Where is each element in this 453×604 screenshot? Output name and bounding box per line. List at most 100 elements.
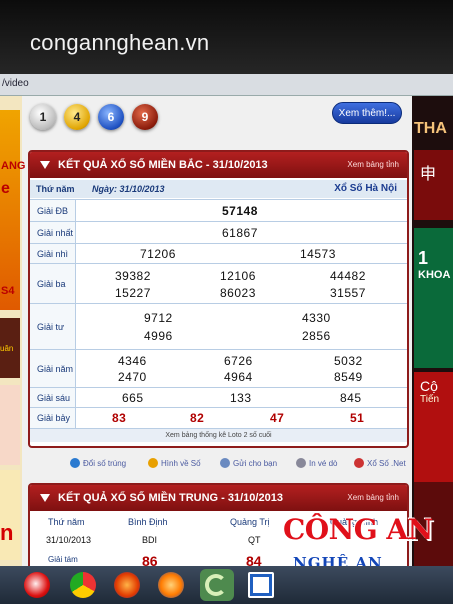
lottery-ball: 1 [30,104,56,130]
prize-label: Giải sáu [30,388,76,407]
central-view-by-province-link[interactable]: Xem bảng tỉnh [347,485,399,511]
prize-label: Giải ba [30,264,76,303]
draw-date: Ngày: 31/10/2013 [92,184,165,194]
prize-number: 133 [230,391,252,405]
right-ad-title[interactable]: THA [414,120,453,150]
prize-number: 845 [340,391,362,405]
province-header[interactable]: Quảng Trị [230,517,270,527]
prize-number: 14573 [300,247,336,261]
prize-row: Giải nhì 71206 14573 [30,243,407,263]
left-ad-text-4: uân [0,344,14,353]
weekday-header: Thứ năm [48,517,85,527]
taskbar [0,566,453,604]
prize-label: Giải bảy [30,408,76,428]
xoso-net-link[interactable]: Xổ Số .Net [354,458,406,468]
prize-label: Giải tám [48,555,78,564]
prize-number: 12106 [220,269,256,283]
chrome-icon[interactable] [70,572,96,598]
dream-number-link[interactable]: Hình về Số [148,458,201,468]
left-ad-text-2: e [1,180,10,197]
prize-row: Giải năm 4346 6726 5032 2470 4964 8549 [30,349,407,387]
prize-number: 83 [112,411,127,425]
right-ad-khoa: KHOA [418,269,451,281]
start-orb-icon[interactable] [24,572,50,598]
prize-number: 57148 [222,204,258,218]
caret-down-icon [40,161,50,169]
lottery-ball: 4 [64,104,90,130]
province-code: QT [248,535,261,545]
print-icon [296,458,306,468]
left-ad-text-1: ANG [1,160,26,172]
province-code: BDI [142,535,158,545]
north-view-by-province-link[interactable]: Xem bảng tỉnh [347,152,399,178]
link-label: In vé dò [309,458,338,468]
lottery-ball: 9 [132,104,158,130]
prize-number: 47 [270,411,285,425]
lottery-name[interactable]: Xổ Số Hà Nội [334,183,397,194]
prize-number: 15227 [115,286,151,300]
prize-number: 82 [190,411,205,425]
prize-row: Giải bảy 83 82 47 51 [30,407,407,428]
right-ad-banner-2[interactable]: 1 KHOA [414,228,453,368]
prize-number: 71206 [140,247,176,261]
prize-number: 61867 [222,226,258,240]
prize-number: 2856 [302,329,331,343]
prize-number: 44482 [330,269,366,283]
check-number-link[interactable]: Đổi số trúng [70,458,126,468]
prize-number: 5032 [334,354,363,368]
left-ad-banner-3[interactable] [0,385,20,465]
prize-number: 86023 [220,286,256,300]
central-results-header: KẾT QUẢ XỔ SỐ MIỀN TRUNG - 31/10/2013 Xe… [30,485,407,511]
photo-of-monitor: congannghean.vn /video ANG e S4 uân n TH… [0,0,453,604]
prize-number: 31557 [330,286,366,300]
right-ad-red-label: Cộ [420,378,438,394]
prize-row: Giải nhất 61867 [30,221,407,243]
prize-number: 4346 [118,354,147,368]
logo-line-1: CÔNG AN [283,513,433,546]
prize-label: Giải năm [30,350,76,387]
left-ad-banner[interactable]: ANG e S4 [0,110,25,310]
prize-number: 665 [122,391,144,405]
north-results-card: KẾT QUẢ XỔ SỐ MIỀN BẮC - 31/10/2013 Xem … [28,150,409,448]
prize-number: 6726 [224,354,253,368]
send-to-friend-link[interactable]: Gửi cho bạn [220,458,277,468]
north-subheader: Thứ năm Ngày: 31/10/2013 Xổ Số Hà Nội [30,180,407,198]
browser-tab[interactable]: /video [2,78,29,89]
site-watermark: congannghean.vn [30,30,210,55]
link-label: Gửi cho bạn [233,458,278,468]
see-more-button[interactable]: Xem thêm!... [332,102,402,124]
firefox-icon[interactable] [114,572,140,598]
prize-number: 9712 [144,311,173,325]
browser-tab-strip: /video [0,74,453,96]
prize-row: Giải tư 9712 4330 4996 2856 [30,303,407,349]
active-app-icon[interactable] [200,569,234,601]
prize-row: Giải sáu 665 133 845 [30,387,407,407]
right-ad-red-sub: Tiến [420,394,440,405]
prize-label: Giải ĐB [30,200,76,221]
prize-label: Giải tư [30,304,76,349]
mail-icon [220,458,230,468]
firefox-alt-icon[interactable] [158,572,184,598]
prize-row: Giải ba 39382 12106 44482 15227 86023 31… [30,263,407,303]
print-ticket-link[interactable]: In vé dò [296,458,337,468]
result-action-links: Đổi số trúng Hình về Số Gửi cho bạn In v… [70,458,420,474]
loto-stats-link[interactable]: Xem bảng thống kê Loto 2 số cuối [30,428,407,442]
prize-label: Giải nhì [30,244,76,263]
prize-row: Giải ĐB 57148 [30,199,407,221]
province-header[interactable]: Bình Định [128,517,168,527]
left-ad-text-5: n [0,520,14,545]
left-ad-banner-2[interactable]: uân [0,318,20,378]
right-ad-glyph: 申 [420,166,437,183]
left-ad-banner-4[interactable]: n [0,470,20,560]
left-ad-text-3: S4 [1,285,15,297]
north-results-header: KẾT QUẢ XỔ SỐ MIỀN BẮC - 31/10/2013 Xem … [30,152,407,178]
link-label: Xổ Số .Net [367,458,406,468]
prize-number: 8549 [334,370,363,384]
link-label: Hình về Số [161,458,201,468]
central-results-title: KẾT QUẢ XỔ SỐ MIỀN TRUNG - 31/10/2013 [58,492,283,504]
caret-down-icon [40,494,50,502]
prize-number: 4996 [144,329,173,343]
right-ad-banner-1[interactable]: 申 [414,150,453,220]
editor-app-icon[interactable] [248,572,274,598]
dollar-icon [148,458,158,468]
